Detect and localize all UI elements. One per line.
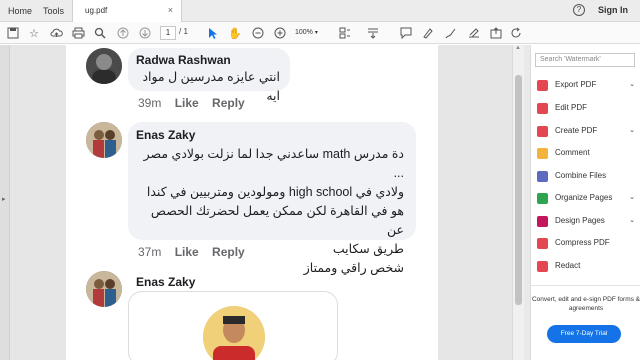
chevron-down-icon[interactable]: ⌄	[629, 123, 635, 139]
comment-author[interactable]: Enas Zaky	[136, 128, 195, 142]
page-number-input[interactable]: 1	[160, 26, 176, 40]
tool-redact[interactable]: Redact	[537, 258, 637, 274]
scroll-mode-icon[interactable]	[365, 25, 381, 41]
edit-pdf-icon	[537, 103, 548, 114]
chevron-down-icon[interactable]: ⌄	[629, 213, 635, 229]
tools-search-input[interactable]: Search 'Watermark'	[535, 53, 635, 67]
scroll-up-icon[interactable]: ▲	[515, 45, 521, 51]
comment-author[interactable]: Radwa Rashwan	[136, 53, 231, 67]
tool-edit-pdf[interactable]: Edit PDF	[537, 100, 637, 116]
comment-meta: 37m Like Reply	[138, 245, 255, 259]
previous-page-icon[interactable]	[115, 25, 131, 41]
tool-organize-pages[interactable]: Organize Pages ⌄	[537, 190, 637, 206]
scrollbar-thumb[interactable]	[515, 75, 522, 305]
chevron-down-icon: ▾	[314, 30, 318, 36]
print-icon[interactable]	[70, 25, 86, 41]
tool-label: Design Pages	[555, 216, 605, 225]
panel-divider	[531, 285, 640, 286]
document-tab[interactable]: ug.pdf ×	[72, 0, 182, 22]
like-button[interactable]: Like	[175, 96, 199, 110]
export-pdf-icon	[537, 80, 548, 91]
avatar	[86, 271, 122, 307]
like-button[interactable]: Like	[175, 245, 199, 259]
rotate-icon[interactable]	[508, 25, 524, 41]
upload-cloud-icon[interactable]	[48, 25, 64, 41]
tool-combine-files[interactable]: Combine Files	[537, 168, 637, 184]
bookmark-star-icon[interactable]: ☆	[26, 25, 42, 41]
free-trial-button[interactable]: Free 7-Day Trial	[547, 325, 621, 343]
create-pdf-icon	[537, 126, 548, 137]
select-cursor-icon[interactable]	[205, 25, 221, 41]
shared-post-photo	[203, 306, 265, 360]
comment-icon[interactable]	[398, 25, 414, 41]
comment-tool-icon	[537, 148, 548, 159]
tool-label: Export PDF	[555, 80, 597, 89]
combine-files-icon	[537, 171, 548, 182]
tool-export-pdf[interactable]: Export PDF ⌄	[537, 77, 637, 93]
comment-meta: 39m Like Reply	[138, 96, 255, 110]
left-panel-toggle[interactable]: ▸	[0, 45, 10, 360]
home-menu[interactable]: Home	[8, 0, 32, 22]
tool-compress-pdf[interactable]: Compress PDF	[537, 235, 637, 251]
comment-time: 39m	[138, 96, 162, 110]
organize-pages-icon	[537, 193, 548, 204]
comment-time: 37m	[138, 245, 162, 259]
chevron-down-icon[interactable]: ⌄	[629, 190, 635, 206]
fill-sign-icon[interactable]	[466, 25, 482, 41]
page-view-icon[interactable]	[337, 25, 353, 41]
avatar	[86, 122, 122, 158]
zoom-value: 100%	[295, 29, 313, 36]
tool-create-pdf[interactable]: Create PDF ⌄	[537, 123, 637, 139]
redact-icon	[537, 261, 548, 272]
reply-button[interactable]: Reply	[212, 245, 245, 259]
zoom-level-select[interactable]: 100% ▾	[295, 26, 329, 40]
shared-post-card[interactable]	[128, 291, 338, 360]
tool-label: Compress PDF	[555, 238, 610, 247]
tool-label: Create PDF	[555, 126, 598, 135]
page-total: / 1	[179, 27, 188, 36]
tool-comment[interactable]: Comment	[537, 145, 637, 161]
help-icon[interactable]: ?	[573, 4, 585, 16]
tool-label: Combine Files	[555, 171, 607, 180]
tool-design-pages[interactable]: Design Pages ⌄	[537, 213, 637, 229]
tools-menu[interactable]: Tools	[43, 0, 64, 22]
reply-button[interactable]: Reply	[212, 96, 245, 110]
next-page-icon[interactable]	[137, 25, 153, 41]
draw-icon[interactable]	[443, 25, 459, 41]
highlight-pen-icon[interactable]	[420, 25, 436, 41]
tool-label: Redact	[555, 261, 581, 270]
chevron-down-icon[interactable]: ⌄	[629, 77, 635, 93]
tool-label: Organize Pages	[555, 193, 613, 202]
expand-left-icon: ▸	[2, 196, 6, 203]
compress-pdf-icon	[537, 238, 548, 249]
comment-line: دة مدرس math ساعدني جدا لما نزلت بولادي …	[143, 147, 404, 180]
close-tab-icon[interactable]: ×	[168, 5, 173, 15]
share-icon[interactable]	[488, 25, 504, 41]
comment-author[interactable]: Enas Zaky	[136, 275, 195, 289]
tool-label: Comment	[555, 148, 590, 157]
zoom-in-icon[interactable]	[272, 25, 288, 41]
hand-tool-icon[interactable]: ✋	[227, 25, 243, 41]
menu-bar: Home Tools ug.pdf × ? Sign In	[0, 0, 640, 22]
save-icon[interactable]	[5, 25, 21, 41]
zoom-out-icon[interactable]	[250, 25, 266, 41]
pdf-page: Radwa Rashwan انتي عايزه مدرسين ل مواد ا…	[66, 45, 438, 360]
design-pages-icon	[537, 216, 548, 227]
promo-text: Convert, edit and e-sign PDF forms & agr…	[531, 296, 640, 312]
comment-line: ولادي في high school ومولودين ومتربيين ف…	[146, 185, 404, 199]
sign-in-button[interactable]: Sign In	[598, 5, 628, 15]
tools-panel: Search 'Watermark' Export PDF ⌄ Edit PDF…	[530, 45, 640, 360]
toolbar: ☆ 1 / 1 ✋ 100% ▾	[0, 22, 640, 44]
tool-label: Edit PDF	[555, 103, 588, 112]
search-icon[interactable]	[92, 25, 108, 41]
avatar	[86, 48, 122, 84]
comment-line: هو في القاهرة لكن ممكن يعمل لحضرتك الحصص…	[150, 204, 404, 237]
document-tab-title: ug.pdf	[85, 6, 108, 15]
document-scrollbar[interactable]: ▲	[512, 45, 524, 360]
